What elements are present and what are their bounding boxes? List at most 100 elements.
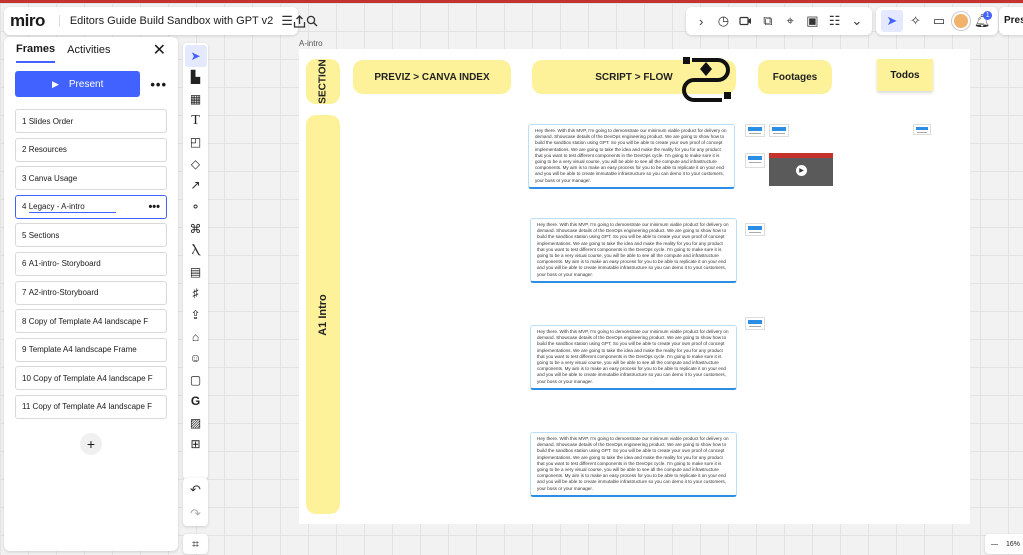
frame-title[interactable]: A-intro <box>299 39 323 48</box>
panel-tabs: Frames Activities ✕ <box>4 37 178 63</box>
script-card[interactable]: Hey there. With this MVP, I'm going to d… <box>530 325 737 390</box>
more-chevron-icon[interactable]: ⌄ <box>846 10 868 32</box>
frame-item[interactable]: 1 Slides Order <box>15 109 167 133</box>
undo-redo-bar: ↶ ↷ <box>183 478 208 526</box>
mini-card[interactable] <box>769 124 789 137</box>
frame-item[interactable]: 5 Sections <box>15 223 167 248</box>
video-thumbnail[interactable]: ▶ <box>769 153 833 186</box>
mini-card[interactable] <box>745 124 765 137</box>
sticky-note-icon[interactable]: ◰ <box>185 131 207 153</box>
table-icon[interactable]: ▦ <box>185 88 207 110</box>
frame-number: 3 <box>22 173 27 183</box>
zoom-control: — 16% <box>985 534 1023 554</box>
present-button-label: Present <box>68 78 104 90</box>
chevron-right-icon[interactable]: › <box>690 10 712 32</box>
frame-item[interactable]: 7 A2-intro-Storyboard <box>15 280 167 305</box>
focus-icon[interactable]: ⌖ <box>779 10 801 32</box>
zoom-level[interactable]: 16% <box>1006 541 1020 548</box>
text-icon[interactable]: T <box>185 110 207 132</box>
tab-frames[interactable]: Frames <box>16 37 56 63</box>
row-label-text: A1 Intro <box>317 293 329 336</box>
upload-icon[interactable]: ⇪ <box>185 304 207 326</box>
zoom-out-button[interactable]: — <box>991 541 998 548</box>
frame-tool-icon[interactable]: ♯ <box>185 283 207 305</box>
creation-toolbar: ➤ ▙ ▦ T ◰ ◇ ↗ ⚬ ⌘ Ⲗ ▤ ♯ ⇪ ⌂ ☺ ▢ G ▨ ⊞ <box>183 43 208 479</box>
frame-name: Copy of Template A4 landscape F <box>28 316 149 326</box>
script-card[interactable]: Hey there. With this MVP, I'm going to d… <box>530 218 737 283</box>
row-label-a1-intro[interactable]: A1 Intro <box>306 115 340 514</box>
mini-card[interactable] <box>745 223 765 236</box>
timer-icon[interactable]: ◷ <box>712 10 734 32</box>
frame-number: 6 <box>22 259 27 269</box>
frame-item[interactable]: 2 Resources <box>15 137 167 162</box>
sticky-todos[interactable]: Todos <box>877 59 933 91</box>
more-options-icon[interactable]: ••• <box>150 77 167 92</box>
comment-icon[interactable]: ▭ <box>928 10 950 32</box>
board-title[interactable]: Editors Guide Build Sandbox with GPT v2 <box>58 15 273 27</box>
frame-item[interactable]: 11 Copy of Template A4 landscape F <box>15 394 167 419</box>
tab-activities[interactable]: Activities <box>67 38 110 62</box>
menu-icon[interactable]: ☰ <box>281 10 293 32</box>
frame-item[interactable]: 8 Copy of Template A4 landscape F <box>15 309 167 334</box>
header-footages[interactable]: Footages <box>758 60 832 94</box>
connection-line-icon[interactable]: ↗ <box>185 175 207 197</box>
mini-card[interactable] <box>745 317 765 330</box>
diagram-icon[interactable]: ⌘ <box>185 218 207 240</box>
frame-number: 2 <box>22 145 27 155</box>
frame-name: Slides Order <box>28 116 74 126</box>
reactions-icon[interactable]: ✧ <box>904 10 926 32</box>
close-icon[interactable]: ✕ <box>153 40 166 60</box>
frame-number: 5 <box>22 230 27 240</box>
notifications-icon[interactable]: 🔔︎ 1 <box>971 10 993 32</box>
card-icon[interactable]: ▢ <box>185 369 207 391</box>
section-label[interactable]: SECTION <box>306 59 340 104</box>
frame-number: 8 <box>22 316 27 326</box>
play-icon: ▶ <box>51 78 59 89</box>
header-previz[interactable]: PREVIZ > CANVA INDEX <box>353 60 511 94</box>
shapes-icon[interactable]: ◇ <box>185 153 207 175</box>
add-frame-button[interactable]: + <box>80 432 102 455</box>
play-icon[interactable]: ▶ <box>796 165 807 176</box>
voting-icon[interactable]: ▣ <box>801 10 823 32</box>
templates-icon[interactable]: ▙ <box>185 67 207 89</box>
present-top-button[interactable]: Present <box>999 7 1023 35</box>
notes-icon[interactable]: ☷ <box>824 10 846 32</box>
section-text: SECTION <box>317 59 329 104</box>
frame-item[interactable]: 9 Template A4 landscape Frame <box>15 337 167 362</box>
mindmap-icon[interactable]: ⚬ <box>185 196 207 218</box>
mini-card[interactable] <box>745 153 765 168</box>
select-cursor-icon[interactable]: ➤ <box>184 45 207 67</box>
script-card[interactable]: Hey there. With this MVP, I'm going to d… <box>528 124 735 189</box>
loop-icon[interactable]: ⌂ <box>185 326 207 348</box>
share-upload-icon[interactable] <box>293 10 306 32</box>
video-call-icon[interactable] <box>735 10 757 32</box>
frame-name: A2-intro-Storyboard <box>28 288 99 298</box>
frame-item[interactable]: 3 Canva Usage <box>15 166 167 191</box>
frame-more-icon[interactable]: ••• <box>148 201 160 213</box>
present-button[interactable]: ▶ Present <box>15 71 141 97</box>
top-left-bar: miro Editors Guide Build Sandbox with GP… <box>4 7 318 35</box>
rename-underline <box>29 211 116 213</box>
frame-item-selected[interactable]: 4 Legacy - A-intro ••• <box>15 194 167 219</box>
redo-icon[interactable]: ↷ <box>190 506 201 522</box>
emoji-icon[interactable]: ☺ <box>185 347 207 369</box>
cursor-icon[interactable]: ➤ <box>880 10 903 32</box>
mini-card[interactable] <box>913 124 931 135</box>
present-row: ▶ Present ••• <box>15 71 167 97</box>
screen-share-icon[interactable]: ⧉ <box>757 10 779 32</box>
frames-toggle-icon[interactable]: ⌗ <box>183 534 208 554</box>
more-tools-icon[interactable]: ⊞ <box>185 434 207 456</box>
script-card[interactable]: Hey there. With this MVP, I'm going to d… <box>530 432 737 497</box>
frames-list: 1 Slides Order 2 Resources 3 Canva Usage… <box>15 109 167 419</box>
google-drive-icon[interactable]: G <box>185 391 207 413</box>
undo-icon[interactable]: ↶ <box>190 482 201 498</box>
search-icon[interactable] <box>306 10 318 32</box>
pen-icon[interactable]: Ⲗ <box>185 239 207 261</box>
user-avatar[interactable] <box>951 12 970 30</box>
image-icon[interactable]: ▨ <box>185 412 207 434</box>
frame-item[interactable]: 10 Copy of Template A4 landscape F <box>15 366 167 391</box>
comment-tool-icon[interactable]: ▤ <box>185 261 207 283</box>
miro-logo[interactable]: miro <box>10 11 45 31</box>
frame-name: Copy of Template A4 landscape F <box>32 402 153 412</box>
frame-item[interactable]: 6 A1-intro- Storyboard <box>15 251 167 276</box>
